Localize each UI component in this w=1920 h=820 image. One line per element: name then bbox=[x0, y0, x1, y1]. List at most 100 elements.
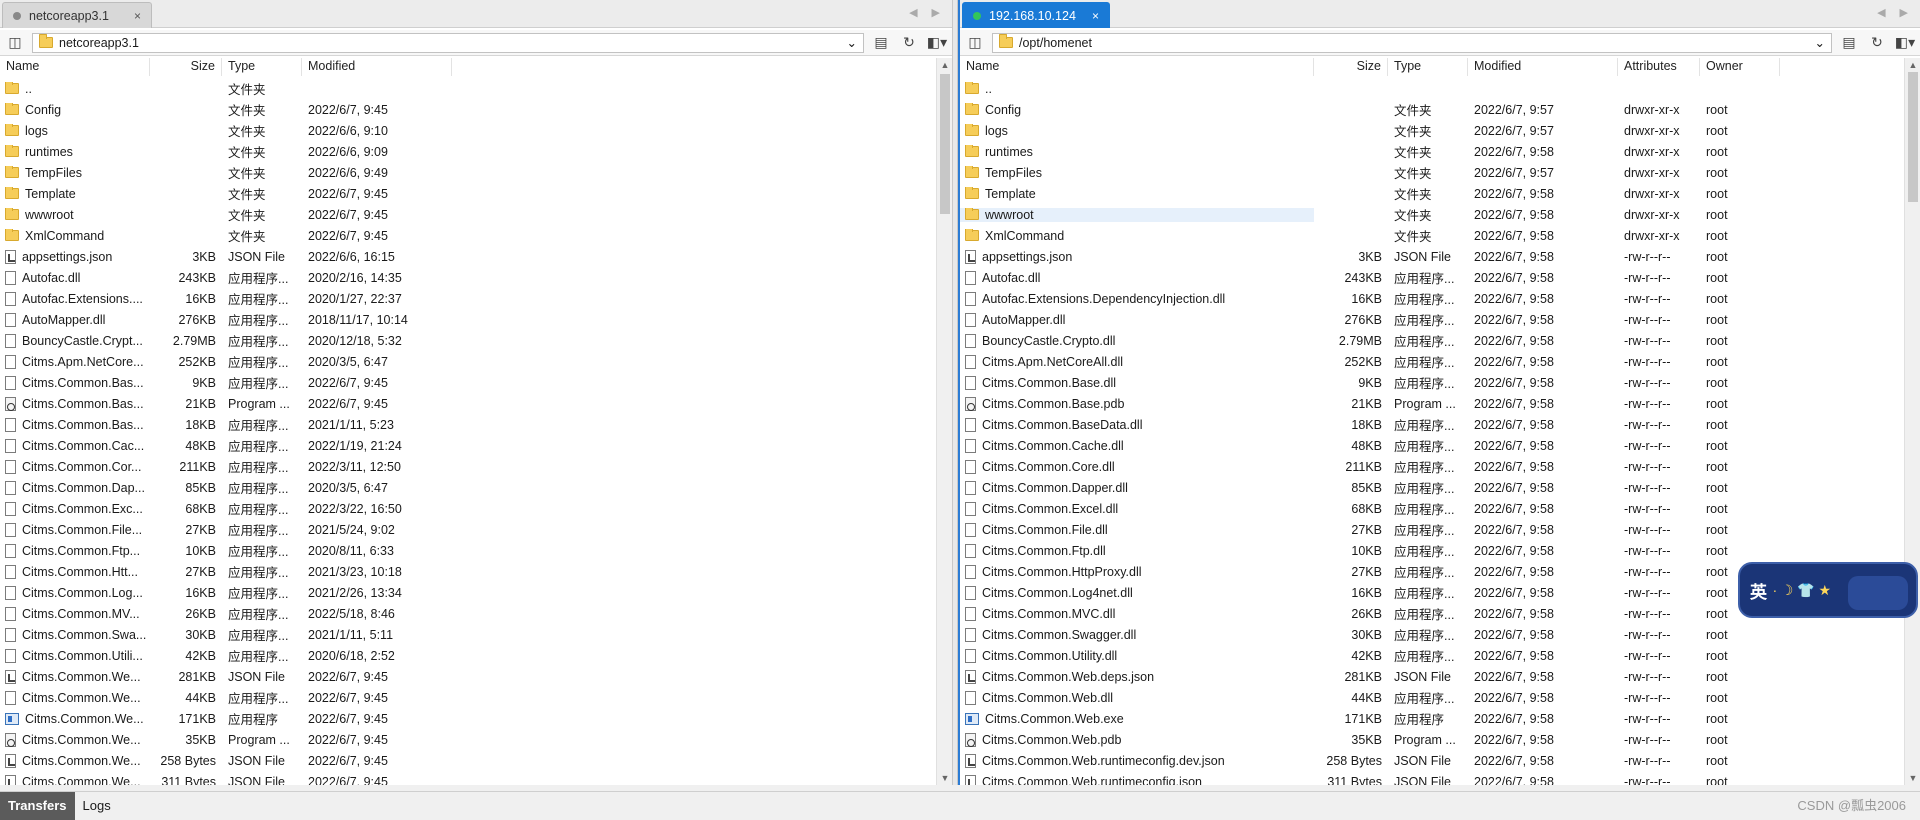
table-row[interactable]: wwwroot 文件夹 2022/6/7, 9:45 bbox=[0, 204, 952, 225]
table-row[interactable]: Citms.Common.Excel.dll 68KB 应用程序... 2022/6/… bbox=[960, 498, 1920, 519]
table-row[interactable]: Citms.Common.Swagger.dll 30KB 应用程序... 2022/… bbox=[960, 624, 1920, 645]
table-row[interactable]: Citms.Common.Bas... 18KB 应用程序... 2021/1/11,… bbox=[0, 414, 952, 435]
table-row[interactable]: Citms.Common.Log... 16KB 应用程序... 2021/2/26,… bbox=[0, 582, 952, 603]
column-header-name[interactable]: Name bbox=[960, 58, 1314, 76]
scroll-up-icon[interactable]: ▲ bbox=[1905, 60, 1920, 70]
table-row[interactable]: Citms.Common.We... 35KB Program ... 2022/6/… bbox=[0, 729, 952, 750]
scroll-down-icon[interactable]: ▼ bbox=[937, 773, 953, 783]
table-row[interactable]: logs 文件夹 2022/6/6, 9:10 bbox=[0, 120, 952, 141]
table-row[interactable]: appsettings.json 3KB JSON File 2022/6/6, 16… bbox=[0, 246, 952, 267]
table-row[interactable]: wwwroot 文件夹 2022/6/7, 9:58 drwxr-xr-x root bbox=[960, 204, 1920, 225]
table-row[interactable]: Citms.Common.Base.dll 9KB 应用程序... 2022/6/7,… bbox=[960, 372, 1920, 393]
table-row[interactable]: Citms.Common.Cache.dll 48KB 应用程序... 2022/6/… bbox=[960, 435, 1920, 456]
table-row[interactable]: Config 文件夹 2022/6/7, 9:57 drwxr-xr-x root bbox=[960, 99, 1920, 120]
table-row[interactable]: Citms.Common.We... 171KB 应用程序 2022/6/7, 9:4… bbox=[0, 708, 952, 729]
tab-transfers[interactable]: Transfers bbox=[0, 791, 75, 820]
table-row[interactable]: TempFiles 文件夹 2022/6/6, 9:49 bbox=[0, 162, 952, 183]
table-row[interactable]: Citms.Common.Web.dll 44KB 应用程序... 2022/6/7,… bbox=[960, 687, 1920, 708]
table-row[interactable]: Citms.Common.BaseData.dll 18KB 应用程序... 2022… bbox=[960, 414, 1920, 435]
scroll-down-icon[interactable]: ▼ bbox=[1905, 773, 1920, 783]
table-row[interactable]: Citms.Common.Base.pdb 21KB Program ... 2022… bbox=[960, 393, 1920, 414]
table-row[interactable]: Citms.Common.We... 44KB 应用程序... 2022/6/7, 9… bbox=[0, 687, 952, 708]
table-row[interactable]: Template 文件夹 2022/6/7, 9:58 drwxr-xr-x root bbox=[960, 183, 1920, 204]
table-row[interactable]: Citms.Common.We... 311 Bytes JSON File 2022… bbox=[0, 771, 952, 785]
chevron-down-icon[interactable]: ⌄ bbox=[1815, 35, 1825, 50]
column-header-type[interactable]: Type bbox=[222, 58, 302, 76]
scroll-thumb[interactable] bbox=[1908, 72, 1918, 202]
table-row[interactable]: XmlCommand 文件夹 2022/6/7, 9:45 bbox=[0, 225, 952, 246]
table-row[interactable]: TempFiles 文件夹 2022/6/7, 9:57 drwxr-xr-x root bbox=[960, 162, 1920, 183]
vertical-scrollbar[interactable]: ▲ ▼ bbox=[1904, 58, 1920, 785]
table-row[interactable]: Citms.Common.Utility.dll 42KB 应用程序... 2022/… bbox=[960, 645, 1920, 666]
table-row[interactable]: Citms.Common.MV... 26KB 应用程序... 2022/5/18, … bbox=[0, 603, 952, 624]
table-row[interactable]: BouncyCastle.Crypt... 2.79MB 应用程序... 2020/1… bbox=[0, 330, 952, 351]
tab-remote[interactable]: 192.168.10.124 × bbox=[962, 2, 1110, 28]
table-row[interactable]: Autofac.Extensions.DependencyInjection.d… bbox=[960, 288, 1920, 309]
table-row[interactable]: BouncyCastle.Crypto.dll 2.79MB 应用程序... 2022… bbox=[960, 330, 1920, 351]
table-row[interactable]: Citms.Common.Swa... 30KB 应用程序... 2021/1/11,… bbox=[0, 624, 952, 645]
path-input[interactable]: netcoreapp3.1 ⌄ bbox=[32, 32, 864, 53]
column-header-type[interactable]: Type bbox=[1388, 58, 1468, 76]
chevron-right-icon[interactable]: ▶ bbox=[932, 6, 940, 19]
tab-logs[interactable]: Logs bbox=[75, 792, 119, 820]
table-row[interactable]: Citms.Common.File... 27KB 应用程序... 2021/5/24… bbox=[0, 519, 952, 540]
table-row[interactable]: Citms.Common.Web.pdb 35KB Program ... 2022/… bbox=[960, 729, 1920, 750]
table-row[interactable]: Citms.Common.Utili... 42KB 应用程序... 2020/6/1… bbox=[0, 645, 952, 666]
table-row[interactable]: Citms.Common.Cac... 48KB 应用程序... 2022/1/19,… bbox=[0, 435, 952, 456]
vertical-scrollbar[interactable]: ▲ ▼ bbox=[936, 58, 952, 785]
panel-toggle-icon[interactable]: ◫ bbox=[4, 33, 26, 53]
scroll-thumb[interactable] bbox=[940, 74, 950, 214]
column-header-owner[interactable]: Owner bbox=[1700, 58, 1780, 76]
close-icon[interactable]: × bbox=[1092, 9, 1099, 23]
table-row[interactable]: Citms.Common.File.dll 27KB 应用程序... 2022/6/7… bbox=[960, 519, 1920, 540]
refresh-icon[interactable]: ↻ bbox=[898, 33, 920, 53]
path-input[interactable]: /opt/homenet ⌄ bbox=[992, 32, 1832, 53]
column-header-modified[interactable]: Modified bbox=[1468, 58, 1618, 76]
table-row[interactable]: Citms.Common.Ftp... 10KB 应用程序... 2020/8/11,… bbox=[0, 540, 952, 561]
table-row[interactable]: Citms.Common.Bas... 21KB Program ... 2022/6… bbox=[0, 393, 952, 414]
table-row[interactable]: Citms.Common.We... 258 Bytes JSON File 2022… bbox=[0, 750, 952, 771]
table-row[interactable]: runtimes 文件夹 2022/6/6, 9:09 bbox=[0, 141, 952, 162]
table-row[interactable]: Citms.Common.Exc... 68KB 应用程序... 2022/3/22,… bbox=[0, 498, 952, 519]
ime-mode-glyphs[interactable]: ∙ ☽ 👕 ★ bbox=[1773, 582, 1831, 599]
table-row[interactable]: Citms.Common.Web.runtimeconfig.json 311 B… bbox=[960, 771, 1920, 785]
table-row[interactable]: Template 文件夹 2022/6/7, 9:45 bbox=[0, 183, 952, 204]
close-icon[interactable]: × bbox=[134, 9, 141, 23]
column-header-size[interactable]: Size bbox=[150, 58, 222, 76]
open-folder-icon[interactable]: ▤ bbox=[1838, 33, 1860, 53]
refresh-icon[interactable]: ↻ bbox=[1866, 33, 1888, 53]
table-row[interactable]: AutoMapper.dll 276KB 应用程序... 2022/6/7, 9:58… bbox=[960, 309, 1920, 330]
table-row[interactable]: AutoMapper.dll 276KB 应用程序... 2018/11/17, 10… bbox=[0, 309, 952, 330]
view-options-icon[interactable]: ◧▾ bbox=[926, 33, 948, 53]
tab-local[interactable]: netcoreapp3.1 × bbox=[2, 2, 152, 28]
column-header-attributes[interactable]: Attributes bbox=[1618, 58, 1700, 76]
chevron-down-icon[interactable]: ⌄ bbox=[847, 35, 857, 50]
table-row[interactable]: Citms.Common.Web.exe 171KB 应用程序 2022/6/7, 9… bbox=[960, 708, 1920, 729]
table-row[interactable]: Citms.Apm.NetCoreAll.dll 252KB 应用程序... 2022… bbox=[960, 351, 1920, 372]
table-row[interactable]: Autofac.dll 243KB 应用程序... 2020/2/16, 14:35 bbox=[0, 267, 952, 288]
table-row[interactable]: Citms.Common.Web.runtimeconfig.dev.json 2… bbox=[960, 750, 1920, 771]
table-row[interactable]: Citms.Common.Dap... 85KB 应用程序... 2020/3/5, … bbox=[0, 477, 952, 498]
view-options-icon[interactable]: ◧▾ bbox=[1894, 33, 1916, 53]
table-row[interactable]: runtimes 文件夹 2022/6/7, 9:58 drwxr-xr-x root bbox=[960, 141, 1920, 162]
table-row[interactable]: Citms.Common.We... 281KB JSON File 2022/6/7… bbox=[0, 666, 952, 687]
column-header-size[interactable]: Size bbox=[1314, 58, 1388, 76]
table-row[interactable]: Citms.Common.Ftp.dll 10KB 应用程序... 2022/6/7,… bbox=[960, 540, 1920, 561]
scroll-up-icon[interactable]: ▲ bbox=[937, 60, 953, 70]
table-row[interactable]: .. bbox=[960, 78, 1920, 99]
table-row[interactable]: Config 文件夹 2022/6/7, 9:45 bbox=[0, 99, 952, 120]
table-row[interactable]: Citms.Common.Core.dll 211KB 应用程序... 2022/6/… bbox=[960, 456, 1920, 477]
table-row[interactable]: XmlCommand 文件夹 2022/6/7, 9:58 drwxr-xr-x roo… bbox=[960, 225, 1920, 246]
table-row[interactable]: .. 文件夹 bbox=[0, 78, 952, 99]
table-row[interactable]: logs 文件夹 2022/6/7, 9:57 drwxr-xr-x root bbox=[960, 120, 1920, 141]
ime-toolbar[interactable]: 英 ∙ ☽ 👕 ★ bbox=[1738, 562, 1918, 618]
open-folder-icon[interactable]: ▤ bbox=[870, 33, 892, 53]
table-row[interactable]: Citms.Common.Web.deps.json 281KB JSON File… bbox=[960, 666, 1920, 687]
table-row[interactable]: appsettings.json 3KB JSON File 2022/6/7, 9:… bbox=[960, 246, 1920, 267]
table-row[interactable]: Citms.Common.Htt... 27KB 应用程序... 2021/3/23,… bbox=[0, 561, 952, 582]
panel-toggle-icon[interactable]: ◫ bbox=[964, 33, 986, 53]
table-row[interactable]: Citms.Common.Dapper.dll 85KB 应用程序... 2022/6… bbox=[960, 477, 1920, 498]
chevron-left-icon[interactable]: ◀ bbox=[1877, 6, 1885, 19]
table-row[interactable]: Autofac.Extensions.... 16KB 应用程序... 2020/1/… bbox=[0, 288, 952, 309]
table-row[interactable]: Citms.Apm.NetCore... 252KB 应用程序... 2020/3/5… bbox=[0, 351, 952, 372]
